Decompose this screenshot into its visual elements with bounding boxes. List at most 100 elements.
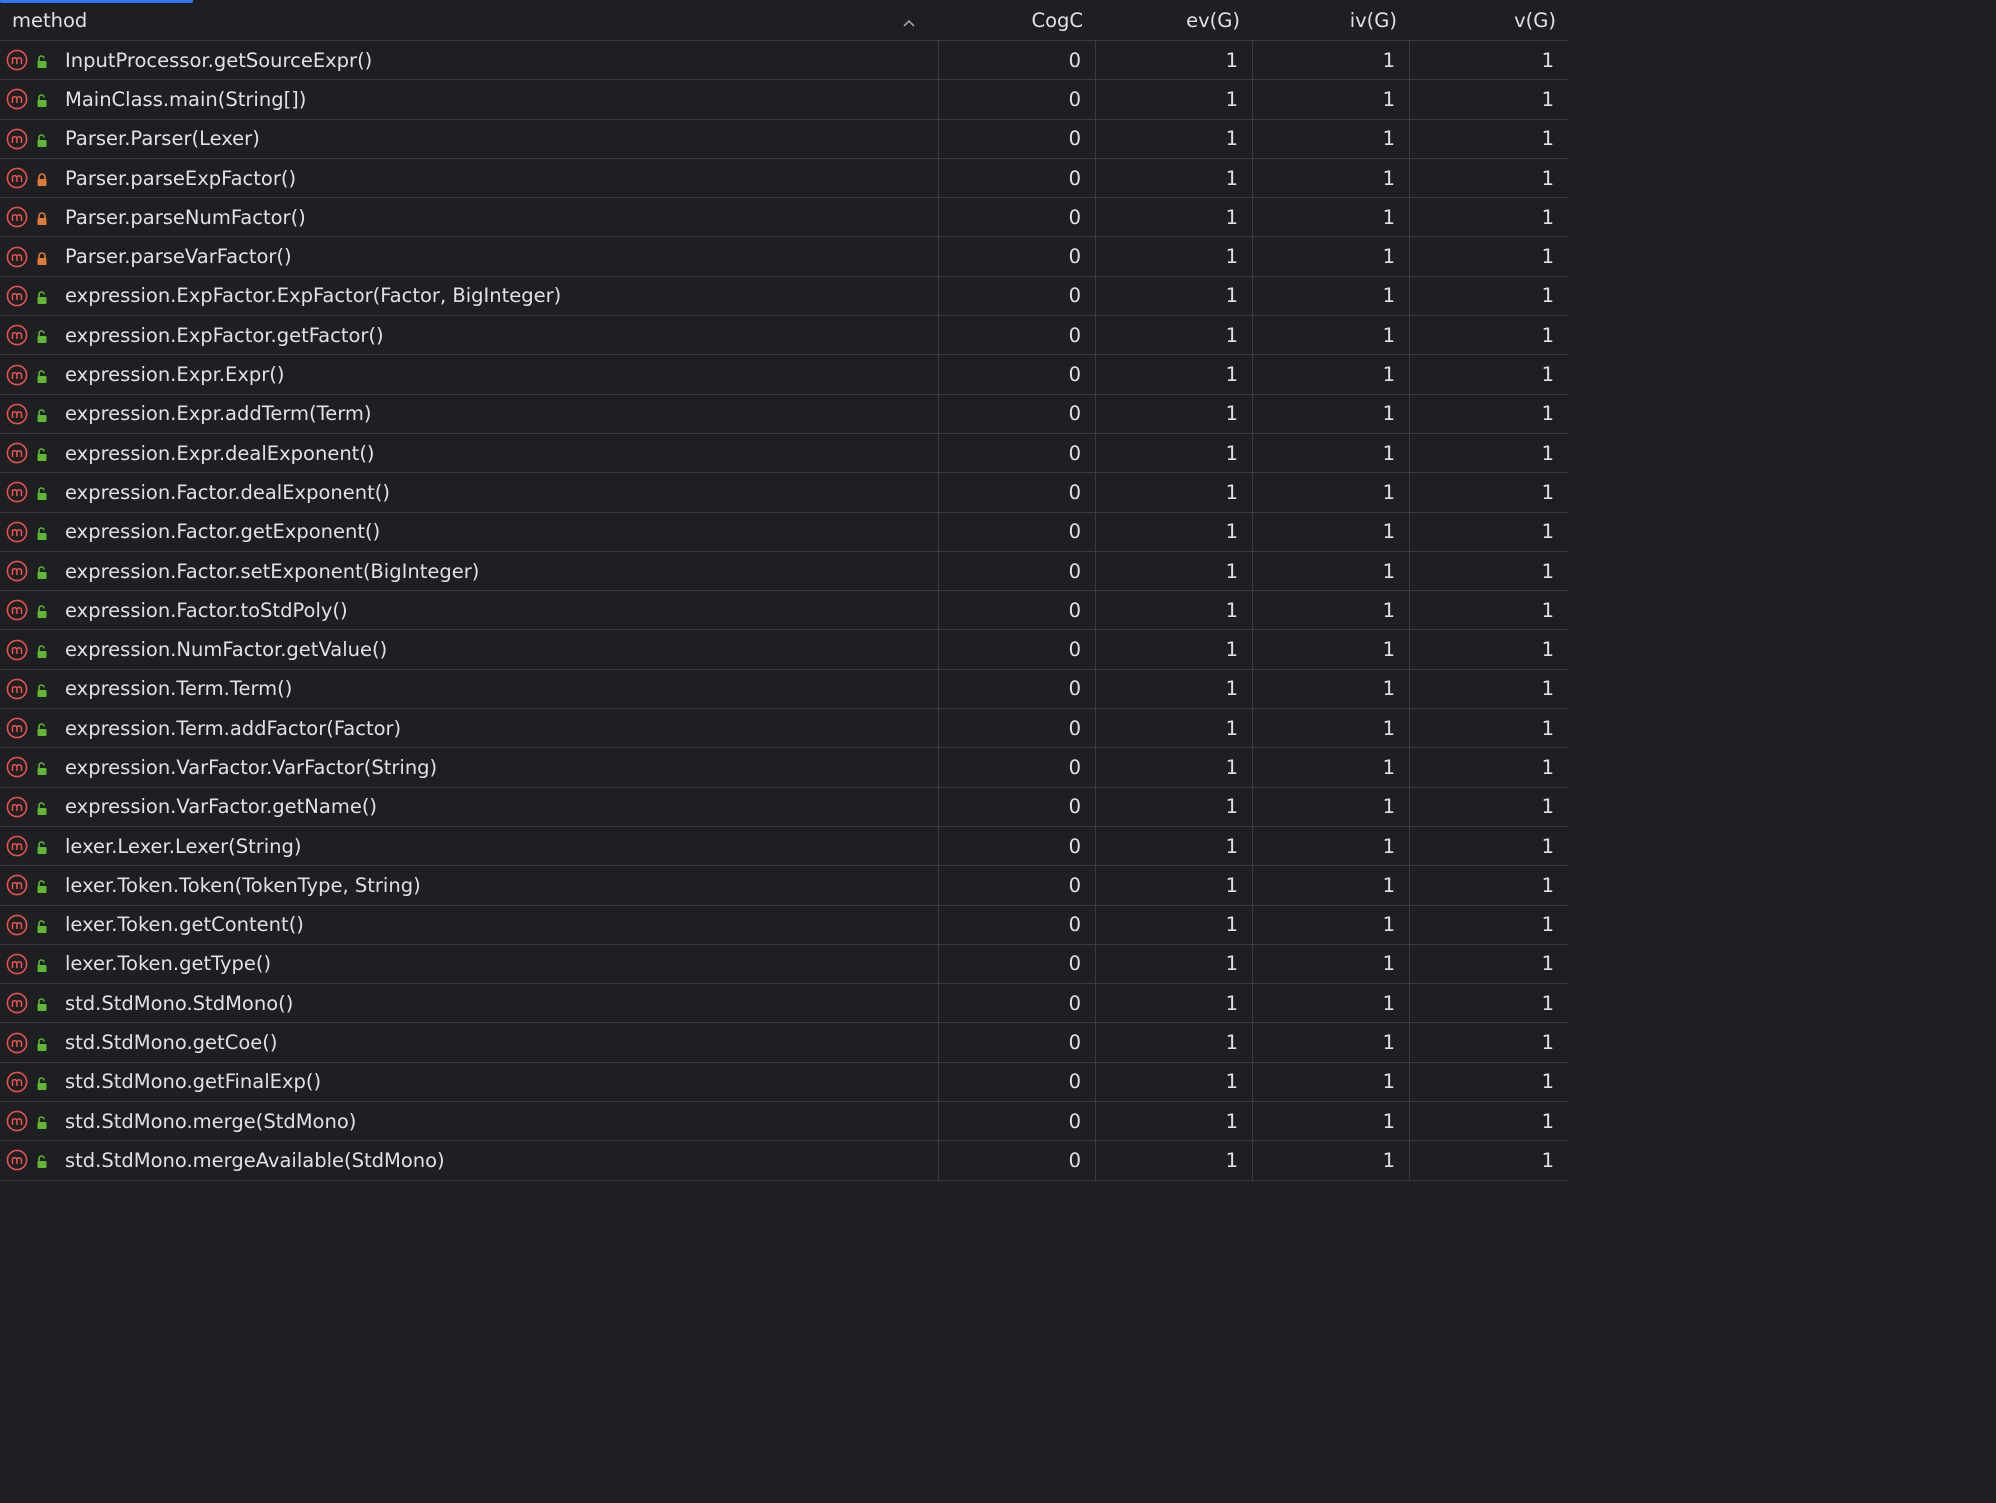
method-cell: expression.NumFactor.getValue() — [0, 630, 938, 668]
ivg-cell: 1 — [1252, 41, 1409, 80]
table-row[interactable]: expression.VarFactor.getName() 0 1 1 1 — [0, 787, 1568, 827]
table-row[interactable]: InputProcessor.getSourceExpr() 0 1 1 1 — [0, 41, 1568, 81]
public-lock-icon — [34, 759, 50, 776]
column-header-vg[interactable]: v(G) — [1409, 0, 1568, 40]
table-row[interactable]: expression.ExpFactor.getFactor() 0 1 1 1 — [0, 316, 1568, 356]
column-header-cogc[interactable]: CogC — [938, 0, 1095, 40]
evg-cell: 1 — [1095, 1023, 1252, 1062]
table-row[interactable]: expression.Factor.dealExponent() 0 1 1 1 — [0, 473, 1568, 513]
evg-cell: 1 — [1095, 709, 1252, 748]
cogc-cell: 0 — [938, 551, 1095, 591]
method-name: expression.Factor.dealExponent() — [65, 480, 390, 504]
method-icon — [6, 285, 28, 307]
table-row[interactable]: expression.Expr.addTerm(Term) 0 1 1 1 — [0, 394, 1568, 434]
table-row[interactable]: std.StdMono.getCoe() 0 1 1 1 — [0, 1023, 1568, 1063]
evg-cell: 1 — [1095, 787, 1252, 826]
evg-cell: 1 — [1095, 826, 1252, 866]
table-row[interactable]: expression.ExpFactor.ExpFactor(Factor, B… — [0, 276, 1568, 317]
public-lock-icon — [34, 1152, 50, 1169]
table-row[interactable]: expression.Expr.dealExponent() 0 1 1 1 — [0, 433, 1568, 474]
method-icon — [6, 206, 28, 228]
table-row[interactable]: expression.Factor.setExponent(BigInteger… — [0, 551, 1568, 592]
evg-cell: 1 — [1095, 198, 1252, 237]
vg-cell: 1 — [1409, 984, 1568, 1023]
table-row[interactable]: lexer.Lexer.Lexer(String) 0 1 1 1 — [0, 826, 1568, 867]
table-row[interactable]: std.StdMono.mergeAvailable(StdMono) 0 1 1 1 — [0, 1141, 1568, 1181]
table-row[interactable]: Parser.parseVarFactor() 0 1 1 1 — [0, 237, 1568, 277]
cogc-cell: 0 — [938, 198, 1095, 237]
method-icon — [6, 796, 28, 818]
vg-cell: 1 — [1409, 669, 1568, 709]
vg-cell: 1 — [1409, 1141, 1568, 1180]
cogc-cell: 0 — [938, 826, 1095, 866]
vg-cell: 1 — [1409, 237, 1568, 276]
ivg-cell: 1 — [1252, 1023, 1409, 1062]
table-row[interactable]: expression.Factor.getExponent() 0 1 1 1 — [0, 512, 1568, 552]
ivg-cell: 1 — [1252, 787, 1409, 826]
table-row[interactable]: lexer.Token.Token(TokenType, String) 0 1 1 1 — [0, 866, 1568, 906]
ivg-cell: 1 — [1252, 473, 1409, 512]
method-icon — [6, 953, 28, 975]
ivg-cell: 1 — [1252, 512, 1409, 551]
cogc-cell: 0 — [938, 80, 1095, 119]
vg-cell: 1 — [1409, 512, 1568, 551]
ivg-cell: 1 — [1252, 984, 1409, 1023]
method-icon — [6, 364, 28, 386]
evg-cell: 1 — [1095, 984, 1252, 1023]
vg-cell: 1 — [1409, 198, 1568, 237]
vg-cell: 1 — [1409, 944, 1568, 984]
ivg-cell: 1 — [1252, 748, 1409, 787]
method-cell: expression.Expr.Expr() — [0, 355, 938, 393]
method-name: expression.Term.addFactor(Factor) — [65, 716, 402, 740]
table-row[interactable]: expression.Term.addFactor(Factor) 0 1 1 1 — [0, 709, 1568, 749]
ivg-cell: 1 — [1252, 905, 1409, 944]
evg-cell: 1 — [1095, 1062, 1252, 1102]
table-row[interactable]: expression.Term.Term() 0 1 1 1 — [0, 669, 1568, 710]
method-name: expression.VarFactor.VarFactor(String) — [65, 755, 438, 779]
method-cell: expression.Factor.toStdPoly() — [0, 591, 938, 629]
ivg-cell: 1 — [1252, 669, 1409, 709]
evg-cell: 1 — [1095, 41, 1252, 80]
table-row[interactable]: lexer.Token.getType() 0 1 1 1 — [0, 944, 1568, 985]
method-cell: expression.Factor.dealExponent() — [0, 473, 938, 511]
method-cell: expression.Term.Term() — [0, 670, 938, 708]
method-cell: expression.VarFactor.VarFactor(String) — [0, 748, 938, 786]
table-row[interactable]: lexer.Token.getContent() 0 1 1 1 — [0, 905, 1568, 945]
vg-cell: 1 — [1409, 80, 1568, 119]
column-header-ivg[interactable]: iv(G) — [1252, 0, 1409, 40]
public-lock-icon — [34, 995, 50, 1012]
table-row[interactable]: Parser.Parser(Lexer) 0 1 1 1 — [0, 119, 1568, 159]
ivg-cell: 1 — [1252, 1102, 1409, 1141]
table-row[interactable]: Parser.parseNumFactor() 0 1 1 1 — [0, 198, 1568, 238]
table-row[interactable]: Parser.parseExpFactor() 0 1 1 1 — [0, 158, 1568, 199]
table-row[interactable]: expression.Factor.toStdPoly() 0 1 1 1 — [0, 591, 1568, 631]
public-lock-icon — [34, 799, 50, 815]
method-name: expression.ExpFactor.getFactor() — [65, 323, 384, 347]
method-cell: InputProcessor.getSourceExpr() — [0, 41, 938, 79]
evg-cell: 1 — [1095, 394, 1252, 433]
cogc-cell: 0 — [938, 984, 1095, 1023]
table-row[interactable]: MainClass.main(String[]) 0 1 1 1 — [0, 80, 1568, 120]
method-cell: std.StdMono.StdMono() — [0, 984, 938, 1022]
method-cell: Parser.parseVarFactor() — [0, 237, 938, 275]
method-cell: expression.Factor.setExponent(BigInteger… — [0, 552, 938, 590]
method-name: MainClass.main(String[]) — [65, 87, 307, 111]
ivg-cell: 1 — [1252, 355, 1409, 394]
cogc-cell: 0 — [938, 944, 1095, 984]
method-icon — [6, 914, 28, 936]
table-row[interactable]: std.StdMono.getFinalExp() 0 1 1 1 — [0, 1062, 1568, 1103]
column-header-evg[interactable]: ev(G) — [1095, 0, 1252, 40]
evg-cell: 1 — [1095, 905, 1252, 944]
selection-accent — [0, 0, 193, 3]
method-name: std.StdMono.getCoe() — [65, 1031, 278, 1055]
public-lock-icon — [34, 1113, 50, 1130]
vg-cell: 1 — [1409, 1102, 1568, 1141]
method-cell: lexer.Token.getContent() — [0, 906, 938, 944]
table-row[interactable]: std.StdMono.StdMono() 0 1 1 1 — [0, 984, 1568, 1024]
table-row[interactable]: std.StdMono.merge(StdMono) 0 1 1 1 — [0, 1102, 1568, 1142]
table-row[interactable]: expression.NumFactor.getValue() 0 1 1 1 — [0, 630, 1568, 670]
table-row[interactable]: expression.Expr.Expr() 0 1 1 1 — [0, 355, 1568, 395]
chevron-up-icon[interactable] — [902, 13, 916, 27]
column-header-method[interactable]: method — [0, 0, 938, 40]
table-row[interactable]: expression.VarFactor.VarFactor(String) 0 1… — [0, 748, 1568, 788]
